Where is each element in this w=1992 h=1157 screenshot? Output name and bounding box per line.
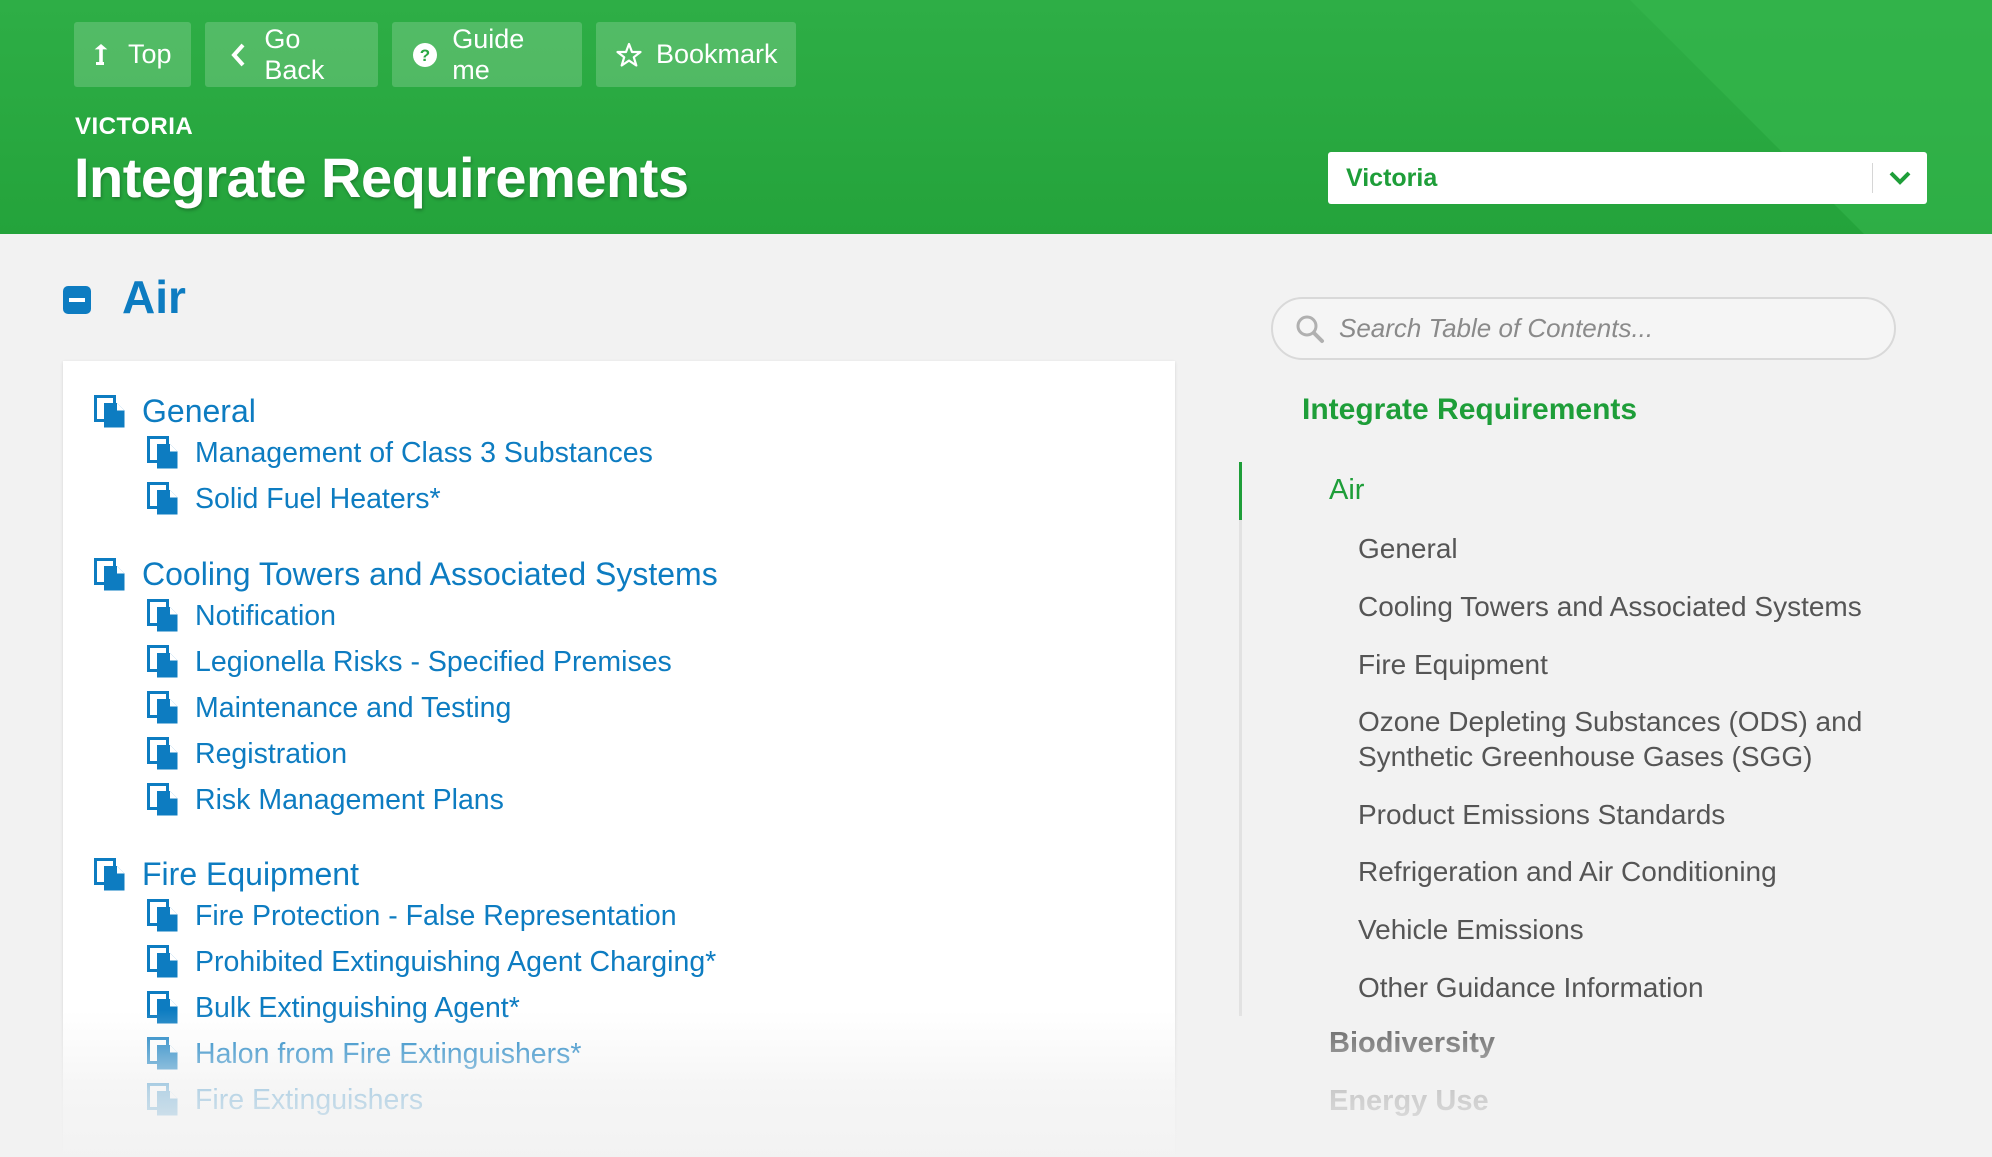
list-item[interactable]: Fire Extinguishers [147, 1083, 423, 1117]
list-item-label: Bulk Extinguishing Agent* [195, 991, 520, 1024]
go-back-label: Go Back [264, 23, 325, 85]
document-icon [147, 1037, 179, 1071]
document-icon [147, 899, 179, 933]
list-item-label: Management of Class 3 Substances [195, 436, 653, 469]
document-icon [147, 945, 179, 979]
chevron-left-icon [225, 41, 250, 69]
search-icon [1295, 314, 1325, 344]
state-select-value: Victoria [1346, 163, 1438, 192]
bookmark-button[interactable]: Bookmark [596, 22, 796, 87]
list-item[interactable]: Notification [147, 599, 336, 633]
list-item-label: Registration [195, 737, 348, 770]
list-item[interactable]: Management of Class 3 Substances [147, 436, 653, 470]
toc-search-input[interactable] [1339, 313, 1859, 344]
sidebar-subitem[interactable]: Cooling Towers and Associated Systems [1358, 589, 1918, 624]
list-item-label: Prohibited Extinguishing Agent Charging* [195, 945, 717, 978]
list-item[interactable]: Legionella Risks - Specified Premises [147, 645, 672, 679]
top-button[interactable]: Top [74, 22, 191, 87]
section-title: Air [122, 271, 186, 323]
bookmark-label: Bookmark [656, 39, 778, 69]
arrow-up-icon [94, 41, 114, 69]
help-circle-icon: ? [412, 41, 438, 69]
list-item-label: Risk Management Plans [195, 783, 504, 816]
document-icon [147, 645, 179, 679]
list-item[interactable]: Bulk Extinguishing Agent* [147, 991, 520, 1025]
svg-text:?: ? [420, 46, 430, 65]
toolbar: Top Go Back ? Guide me Bookmark [74, 22, 796, 87]
list-item-label: Maintenance and Testing [195, 691, 512, 724]
chevron-down-icon [1873, 170, 1927, 186]
group-link-cooling-towers[interactable]: Cooling Towers and Associated Systems [94, 556, 718, 593]
document-icon [147, 991, 179, 1025]
sidebar-subitem[interactable]: General [1358, 531, 1918, 566]
sidebar-root-link[interactable]: Integrate Requirements [1302, 393, 1637, 427]
group-title: General [142, 393, 256, 429]
list-item[interactable]: Solid Fuel Heaters* [147, 482, 441, 516]
list-item-label: Fire Extinguishers [195, 1083, 424, 1116]
group-link-fire-equipment[interactable]: Fire Equipment [94, 856, 359, 893]
sidebar-subitem[interactable]: Ozone Depleting Substances (ODS) and Syn… [1358, 704, 1898, 774]
list-item-label: Halon from Fire Extinguishers* [195, 1037, 582, 1070]
list-item-label: Legionella Risks - Specified Premises [195, 645, 672, 678]
content-card: General Management of Class 3 Substances… [63, 361, 1175, 1157]
document-icon [147, 599, 179, 633]
guide-me-button[interactable]: ? Guide me [392, 22, 582, 87]
state-select[interactable]: Victoria [1328, 152, 1927, 204]
page-title: Integrate Requirements [74, 146, 689, 209]
sidebar-subitem[interactable]: Product Emissions Standards [1358, 797, 1918, 832]
sidebar-subitem[interactable]: Refrigeration and Air Conditioning [1358, 854, 1918, 889]
document-icon [147, 691, 179, 725]
sidebar-item-air[interactable]: Air [1329, 474, 1364, 507]
sidebar-subitem[interactable]: Vehicle Emissions [1358, 912, 1918, 947]
document-icon [147, 436, 179, 470]
document-icon [147, 783, 179, 817]
group-title: Cooling Towers and Associated Systems [142, 556, 718, 592]
top-label: Top [128, 39, 172, 69]
sidebar-item-biodiversity[interactable]: Biodiversity [1329, 1027, 1495, 1060]
sidebar-subitem[interactable]: Other Guidance Information [1358, 970, 1918, 1005]
toc-search-box[interactable] [1271, 297, 1896, 360]
group-title: Fire Equipment [142, 856, 359, 892]
document-icon [94, 857, 126, 892]
document-icon [94, 557, 126, 592]
document-icon [147, 482, 179, 516]
list-item[interactable]: Fire Protection - False Representation [147, 899, 677, 933]
list-item-label: Solid Fuel Heaters* [195, 482, 441, 515]
sidebar-item-energy-use[interactable]: Energy Use [1329, 1085, 1489, 1118]
jurisdiction-eyebrow: VICTORIA [75, 113, 194, 140]
list-item[interactable]: Prohibited Extinguishing Agent Charging* [147, 945, 716, 979]
document-icon [147, 1083, 179, 1117]
list-item[interactable]: Registration [147, 737, 347, 771]
star-icon [616, 41, 642, 69]
sidebar-rail [1239, 462, 1242, 1016]
guide-me-label: Guide me [452, 23, 525, 85]
sidebar-active-indicator [1239, 462, 1242, 520]
go-back-button[interactable]: Go Back [205, 22, 378, 87]
sidebar-subitem[interactable]: Fire Equipment [1358, 647, 1918, 682]
document-icon [94, 394, 126, 429]
document-icon [147, 737, 179, 771]
group-link-general[interactable]: General [94, 393, 256, 430]
list-item[interactable]: Maintenance and Testing [147, 691, 511, 725]
collapse-section-button[interactable] [63, 286, 91, 314]
page-header: Top Go Back ? Guide me Bookmark VICTORIA… [0, 0, 1992, 234]
list-item[interactable]: Risk Management Plans [147, 783, 504, 817]
list-item[interactable]: Halon from Fire Extinguishers* [147, 1037, 581, 1071]
list-item-label: Notification [195, 599, 336, 632]
list-item-label: Fire Protection - False Representation [195, 899, 677, 932]
